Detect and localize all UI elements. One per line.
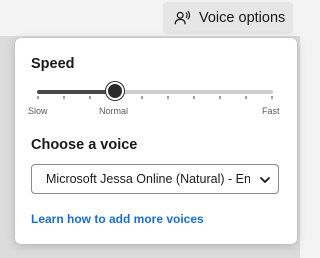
voice-select[interactable]: Microsoft Jessa Online (Natural) - Engli… [31,164,279,194]
slider-thumb[interactable] [105,82,124,100]
voice-title: Choose a voice [31,137,138,153]
voice-options-panel: Speed Slow Normal Fast Choose a voice Mi… [15,38,297,244]
speed-max-label: Fast [262,106,280,116]
speed-mid-label: Normal [99,106,129,116]
slider-tick [167,96,169,99]
slider-track-fill [37,90,115,94]
learn-more-voices-link[interactable]: Learn how to add more voices [31,212,204,226]
slider-tick [193,96,195,99]
toolbar: Voice options [0,0,300,36]
speed-min-label: Slow [28,106,48,116]
slider-tick [37,96,39,99]
slider-tick [219,96,221,99]
slider-tick [141,96,143,99]
chevron-down-icon [260,177,270,183]
speed-slider[interactable] [37,80,273,106]
speed-title: Speed [31,56,75,72]
voice-options-button[interactable]: Voice options [163,2,293,34]
voice-options-label: Voice options [199,10,286,26]
slider-tick [271,96,273,99]
slider-tick [63,96,65,99]
voice-select-value: Microsoft Jessa Online (Natural) - Engli… [46,172,250,186]
slider-tick [245,96,247,99]
slider-tick [89,96,91,99]
voice-speaker-icon [174,10,191,25]
